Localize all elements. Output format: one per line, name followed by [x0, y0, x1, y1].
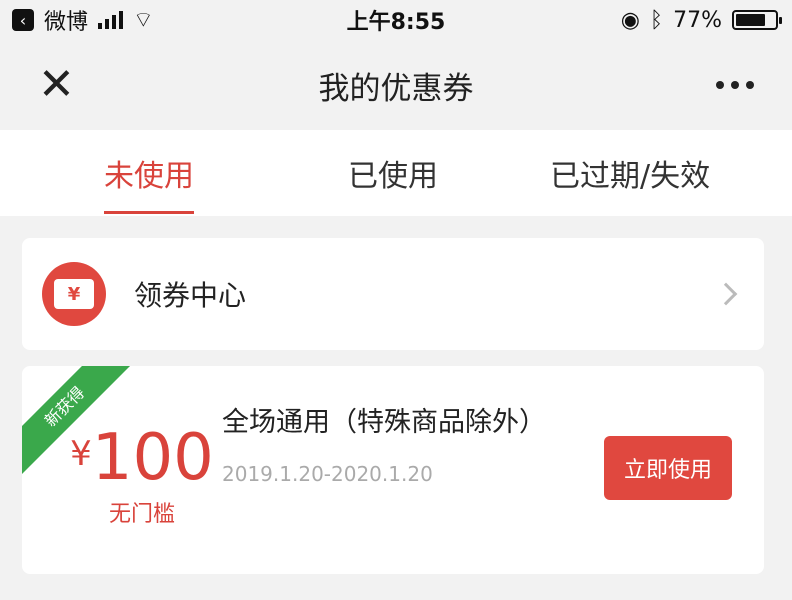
tab-used[interactable]: 已使用: [348, 130, 438, 216]
status-left: ‹ 微博 ⌔: [12, 4, 154, 36]
ticket-icon: ¥: [42, 262, 106, 326]
tab-expired[interactable]: 已过期/失效: [550, 130, 710, 216]
chevron-right-icon: [714, 282, 738, 306]
coupon-tabs: 未使用 已使用 已过期/失效: [0, 130, 792, 216]
use-now-button[interactable]: 立即使用: [604, 436, 732, 500]
coupon-currency: ¥: [70, 434, 92, 474]
signal-icon: [98, 11, 124, 29]
wifi-icon: ⌔: [133, 8, 154, 33]
coupon-center-label: 领券中心: [134, 279, 247, 312]
coupon-title: 全场通用（特殊商品除外）: [222, 407, 546, 438]
status-right: ◉ ᛒ 77%: [620, 7, 782, 33]
page-title: 我的优惠券: [318, 70, 474, 107]
coupon-card: 新获得 ¥100 无门槛 全场通用（特殊商品除外） 2019.1.20-2020…: [22, 366, 764, 574]
coupon-date-range: 2019.1.20-2020.1.20: [222, 462, 433, 486]
coupon-threshold: 无门槛: [108, 502, 175, 527]
back-app-label[interactable]: 微博: [44, 4, 88, 36]
close-icon[interactable]: ✕: [38, 63, 75, 107]
battery-fill: [736, 14, 766, 26]
status-bar: ‹ 微博 ⌔ 上午8:55 ◉ ᛒ 77%: [0, 0, 792, 40]
coupon-center-entry[interactable]: ¥ 领券中心: [22, 238, 764, 350]
battery-icon: [732, 10, 782, 30]
orientation-lock-icon: ◉: [620, 7, 640, 33]
bluetooth-icon: ᛒ: [649, 7, 664, 33]
nav-bar: ✕ 我的优惠券: [0, 40, 792, 130]
coupon-info: 全场通用（特殊商品除外） 2019.1.20-2020.1.20: [222, 402, 562, 486]
coupon-value: ¥100 无门槛: [52, 418, 232, 528]
ticket-symbol: ¥: [54, 279, 94, 309]
coupon-price: ¥100: [52, 418, 232, 498]
back-to-app-icon[interactable]: ‹: [12, 9, 34, 31]
coupon-amount: 100: [91, 421, 214, 495]
battery-percent: 77%: [673, 7, 722, 33]
more-icon[interactable]: [716, 81, 754, 89]
tab-unused[interactable]: 未使用: [104, 130, 194, 216]
